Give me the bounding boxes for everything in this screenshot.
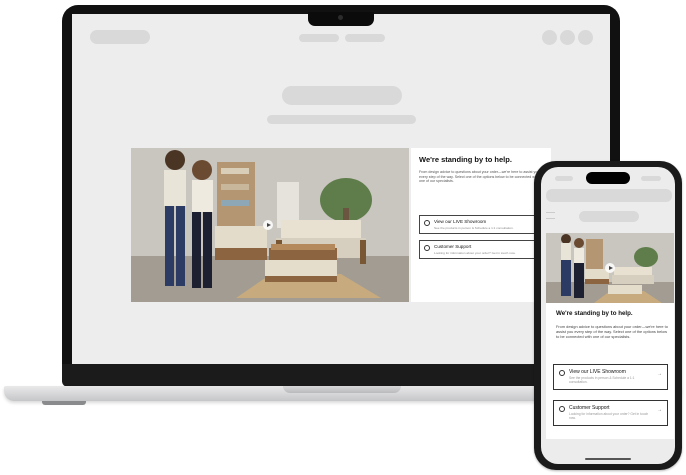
option-subtext: Looking for information about your order… [569,412,649,420]
arrow-right-icon: → [657,371,662,377]
location-pin-icon [559,370,565,376]
nav-placeholder [345,34,385,42]
header-logo-placeholder [90,30,150,44]
location-pin-icon [424,220,430,226]
home-indicator [585,458,631,460]
showroom-photo [131,148,409,302]
option-subtext: See the products in person & Schedule a … [569,376,635,384]
play-icon[interactable] [263,220,273,230]
subheading-placeholder [267,115,416,124]
camera-icon [338,15,343,20]
phone-dynamic-island [586,172,630,184]
laptop-foot [42,401,86,405]
live-showroom-option[interactable]: View our LIVE Showroom See the products … [419,215,543,234]
option-subtext: See the products in person & Schedule a … [434,226,514,230]
icon-placeholder [542,30,557,45]
showroom-photo [546,233,674,303]
customer-support-option[interactable]: Customer Support Looking for information… [419,240,543,259]
icon-placeholder [560,30,575,45]
support-icon [424,245,430,251]
arrow-right-icon: → [657,407,662,413]
help-title: We're standing by to help. [419,155,512,164]
play-icon[interactable] [605,263,615,273]
support-icon [559,406,565,412]
live-showroom-option[interactable]: View our LIVE Showroom See the products … [553,364,668,390]
nav-placeholder [299,34,339,42]
phone-header-placeholder [546,189,672,202]
option-label: Customer Support [434,244,472,249]
laptop-trackpad-lip [283,386,401,393]
phone-logo-placeholder [579,211,639,222]
phone-status-placeholder [555,176,573,181]
icon-placeholder [578,30,593,45]
help-description: From design advice to questions about yo… [419,170,540,184]
option-label: Customer Support [569,405,610,411]
help-panel: We're standing by to help. From design a… [411,148,551,302]
hamburger-menu-icon[interactable] [546,212,555,219]
customer-support-option[interactable]: Customer Support Looking for information… [553,400,668,426]
heading-placeholder [282,86,402,105]
help-title: We're standing by to help. [556,310,633,317]
phone-status-placeholder [641,176,661,181]
option-label: View our LIVE Showroom [434,219,487,224]
option-subtext: Looking for information about your order… [434,251,516,255]
option-label: View our LIVE Showroom [569,369,626,375]
help-description: From design advice to questions about yo… [556,324,668,339]
